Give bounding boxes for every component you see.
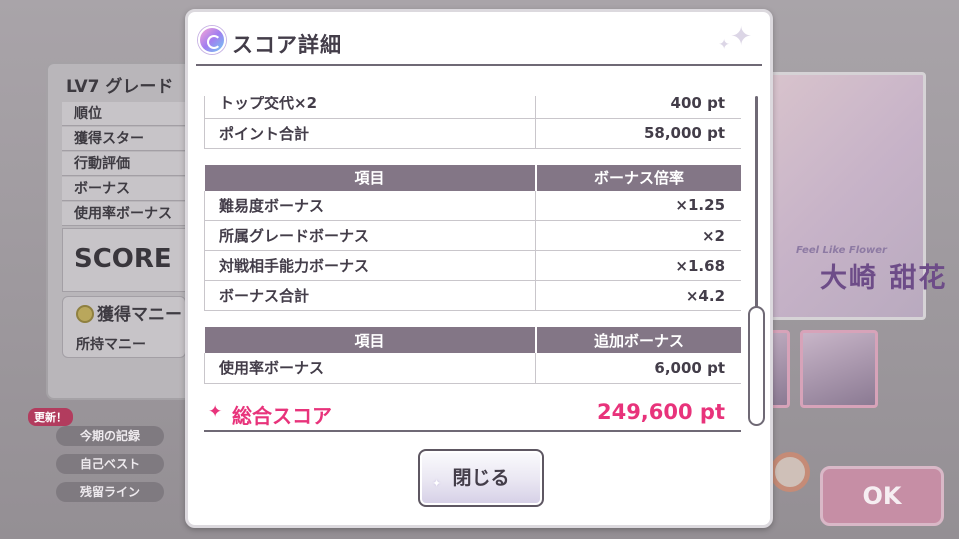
table-row: トップ交代×2 400 pt	[204, 96, 741, 119]
table-row: ポイント合計 58,000 pt	[204, 118, 741, 149]
result-row-rank: 順位	[62, 102, 186, 126]
total-score-row: ✦ 総合スコア 249,600 pt	[204, 392, 741, 432]
score-table: トップ交代×2 400 pt ポイント合計 58,000 pt	[204, 96, 741, 149]
score-detail-dialog: スコア詳細 ✦ ✦ トップ交代×2 400 pt ポイント合計 58,000 pt…	[185, 9, 773, 528]
row-value: 6,000 pt	[535, 353, 741, 384]
row-label: 使用率ボーナス	[204, 353, 536, 384]
score-label: SCORE	[74, 244, 172, 274]
column-header-item: 項目	[204, 327, 536, 353]
sparkle-icon: ✦	[432, 477, 442, 490]
personal-best-button[interactable]: 自己ベスト	[56, 454, 164, 474]
scrollbar-track	[755, 96, 758, 316]
new-badge: 更新！	[28, 408, 73, 426]
row-label: ポイント合計	[204, 118, 536, 149]
column-header-extra-bonus: 追加ボーナス	[534, 327, 741, 353]
extra-bonus-table: 項目 追加ボーナス 使用率ボーナス 6,000 pt	[204, 327, 741, 384]
result-row-bonus: ボーナス	[62, 177, 186, 201]
bonus-multiplier-table: 項目 ボーナス倍率 難易度ボーナス ×1.25 所属グレードボーナス ×2 対戦…	[204, 164, 741, 311]
dialog-title: スコア詳細	[232, 33, 342, 57]
row-label: 難易度ボーナス	[204, 190, 536, 221]
table-row: ボーナス合計 ×4.2	[204, 280, 741, 311]
column-header-multiplier: ボーナス倍率	[534, 164, 741, 191]
money-title-text: 獲得マニー	[97, 305, 182, 325]
coin-icon	[76, 305, 94, 323]
unit-thumbnail	[800, 330, 878, 408]
close-button-label: 閉じる	[452, 467, 510, 489]
table-header-row: 項目 追加ボーナス	[204, 327, 741, 353]
row-label: ボーナス合計	[204, 280, 536, 311]
total-score-label: 総合スコア	[232, 403, 332, 428]
grade-title: LV7 グレード	[66, 77, 174, 97]
row-label: トップ交代×2	[204, 96, 536, 119]
row-value: ×1.68	[535, 250, 741, 281]
result-row-stars: 獲得スター	[62, 127, 186, 151]
card-name: 大崎 甜花	[820, 263, 948, 294]
close-button[interactable]: ✦ 閉じる	[418, 449, 544, 507]
shiny-logo-icon	[198, 26, 226, 54]
term-record-button[interactable]: 今期の記録	[56, 426, 164, 446]
star-sparkle-icon: ✦	[208, 401, 223, 422]
seal-icon	[770, 452, 810, 492]
money-row: 所持マニー	[76, 337, 146, 353]
ok-button[interactable]: OK	[820, 466, 944, 526]
table-row: 対戦相手能力ボーナス ×1.68	[204, 250, 741, 281]
stay-line-button[interactable]: 残留ライン	[56, 482, 164, 502]
dialog-header: スコア詳細 ✦ ✦	[196, 20, 762, 66]
row-value: ×1.25	[535, 190, 741, 221]
table-row: 難易度ボーナス ×1.25	[204, 190, 741, 221]
scrollbar-thumb[interactable]	[748, 306, 765, 426]
score-detail-scroll-area[interactable]: トップ交代×2 400 pt ポイント合計 58,000 pt 項目 ボーナス倍…	[204, 96, 741, 432]
result-row-usage-bonus: 使用率ボーナス	[62, 202, 186, 226]
result-row-action: 行動評価	[62, 152, 186, 176]
row-label: 所属グレードボーナス	[204, 220, 536, 251]
card-subtitle: Feel Like Flower	[796, 245, 887, 256]
scrollbar[interactable]	[748, 96, 766, 426]
table-row: 所属グレードボーナス ×2	[204, 220, 741, 251]
row-value: 58,000 pt	[535, 118, 741, 149]
money-title: 獲得マニー	[76, 300, 182, 325]
table-row: 使用率ボーナス 6,000 pt	[204, 353, 741, 384]
row-value: ×2	[535, 220, 741, 251]
column-header-item: 項目	[204, 164, 536, 191]
sparkle-icon: ✦ ✦	[718, 22, 752, 53]
row-value: ×4.2	[535, 280, 741, 311]
table-header-row: 項目 ボーナス倍率	[204, 164, 741, 191]
total-score-value: 249,600 pt	[596, 399, 725, 424]
row-label: 対戦相手能力ボーナス	[204, 250, 536, 281]
row-value: 400 pt	[535, 96, 741, 119]
